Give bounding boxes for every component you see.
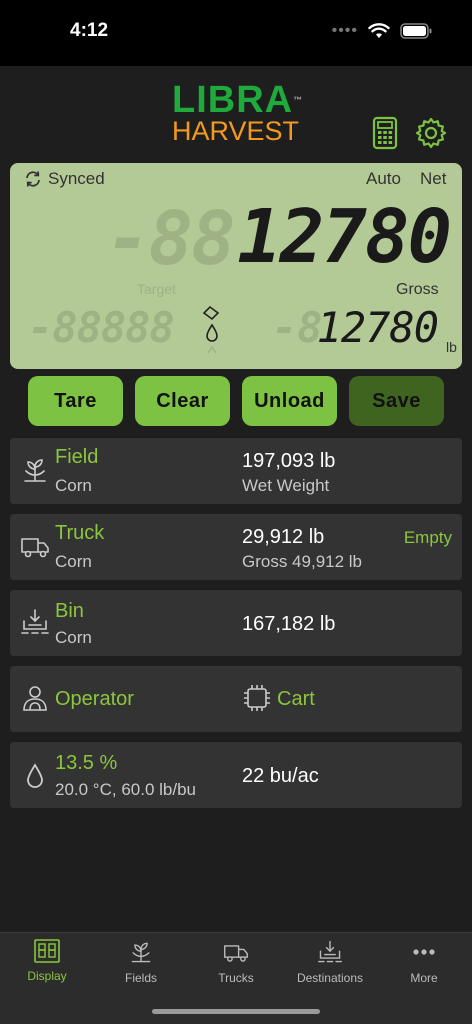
- bin-card[interactable]: Bin Corn 167,182 lb: [10, 590, 462, 656]
- save-button[interactable]: Save: [349, 376, 444, 426]
- destinations-icon: [318, 940, 342, 963]
- sync-status: Synced: [24, 169, 105, 189]
- lcd-ghost-segments: -88: [106, 196, 236, 282]
- operator-button[interactable]: Operator: [55, 688, 134, 711]
- truck-title: Truck: [55, 522, 105, 544]
- battery-icon: [400, 23, 432, 39]
- home-indicator: [152, 1009, 320, 1014]
- moisture-temp-testweight: 20.0 °C, 60.0 lb/bu: [55, 780, 197, 799]
- tab-trucks-label: Trucks: [218, 971, 254, 985]
- status-time: 4:12: [70, 20, 109, 41]
- sync-icon: [26, 171, 40, 187]
- gross-weight-value: 12780: [316, 303, 439, 352]
- calculator-icon[interactable]: [368, 116, 402, 150]
- cart-button[interactable]: Cart: [277, 688, 315, 711]
- gross-label: Gross: [396, 281, 439, 298]
- weight-lcd-display: Synced Auto Net -88 -88888 -8 12780 Targ…: [10, 163, 462, 369]
- status-bar: 4:12 ••••: [0, 0, 472, 66]
- logo-tm: ™: [293, 95, 304, 105]
- libra-harvest-logo: LIBRA™ HARVEST: [172, 79, 312, 146]
- water-drop-icon: [27, 763, 43, 788]
- tab-display[interactable]: Display: [0, 939, 94, 993]
- truck-icon: [21, 538, 49, 558]
- plant-icon: [24, 459, 46, 482]
- display-icon: [34, 939, 60, 963]
- tab-destinations-label: Destinations: [296, 971, 364, 985]
- tab-fields[interactable]: Fields: [94, 939, 188, 993]
- tab-display-label: Display: [27, 969, 67, 983]
- operator-icon: [23, 686, 47, 711]
- target-label: Target: [137, 281, 176, 297]
- truck-icon: [224, 945, 248, 962]
- truck-net-weight: 29,912 lb: [242, 526, 325, 548]
- logo-harvest: HARVEST: [172, 116, 300, 146]
- truck-crop: Corn: [55, 552, 92, 571]
- synced-label: Synced: [48, 169, 105, 188]
- field-crop: Corn: [55, 476, 92, 495]
- bin-weight: 167,182 lb: [242, 613, 336, 635]
- wifi-icon: [368, 23, 390, 38]
- field-weight-type: Wet Weight: [242, 476, 330, 495]
- tab-more[interactable]: More: [377, 939, 471, 993]
- moisture-percent: 13.5 %: [55, 752, 118, 774]
- weight-unit: lb: [446, 339, 457, 355]
- truck-gross-weight: Gross 49,912 lb: [242, 552, 363, 571]
- unload-destination-icon: [21, 609, 49, 634]
- logo-libra: LIBRA: [172, 79, 294, 121]
- plant-icon: [131, 942, 151, 963]
- bin-crop: Corn: [55, 628, 92, 647]
- field-card[interactable]: Field Corn 197,093 lb Wet Weight: [10, 438, 462, 504]
- unload-button[interactable]: Unload: [242, 376, 337, 426]
- lcd-ghost-segments-lower-right: -8: [272, 303, 323, 352]
- clear-button[interactable]: Clear: [135, 376, 230, 426]
- net-indicator: Net: [420, 169, 447, 188]
- field-weight: 197,093 lb: [242, 450, 336, 472]
- moisture-drop-icon: [202, 305, 220, 354]
- yield-value: 22 bu/ac: [242, 765, 319, 787]
- truck-card[interactable]: Truck Corn 29,912 lb Gross 49,912 lb Emp…: [10, 514, 462, 580]
- auto-indicator: Auto: [366, 169, 401, 188]
- more-icon: [413, 949, 435, 955]
- tab-destinations[interactable]: Destinations: [283, 939, 377, 993]
- operator-cart-card: Operator Cart: [10, 666, 462, 732]
- field-title: Field: [55, 446, 99, 468]
- tab-fields-label: Fields: [124, 971, 157, 985]
- moisture-card[interactable]: 13.5 % 20.0 °C, 60.0 lb/bu 22 bu/ac: [10, 742, 462, 808]
- tab-trucks[interactable]: Trucks: [189, 939, 283, 993]
- bin-title: Bin: [55, 600, 84, 622]
- cellular-icon: ••••: [331, 22, 358, 39]
- lcd-ghost-segments-lower: -88888: [28, 303, 175, 352]
- status-icons: ••••: [332, 22, 432, 40]
- truck-empty-link[interactable]: Empty: [404, 528, 452, 548]
- app-header: LIBRA™ HARVEST: [0, 66, 472, 162]
- tare-button[interactable]: Tare: [28, 376, 123, 426]
- cart-chip-icon: [244, 685, 270, 711]
- tab-more-label: More: [410, 971, 438, 985]
- settings-gear-icon[interactable]: [414, 116, 448, 150]
- net-weight-value: 12780: [237, 194, 452, 280]
